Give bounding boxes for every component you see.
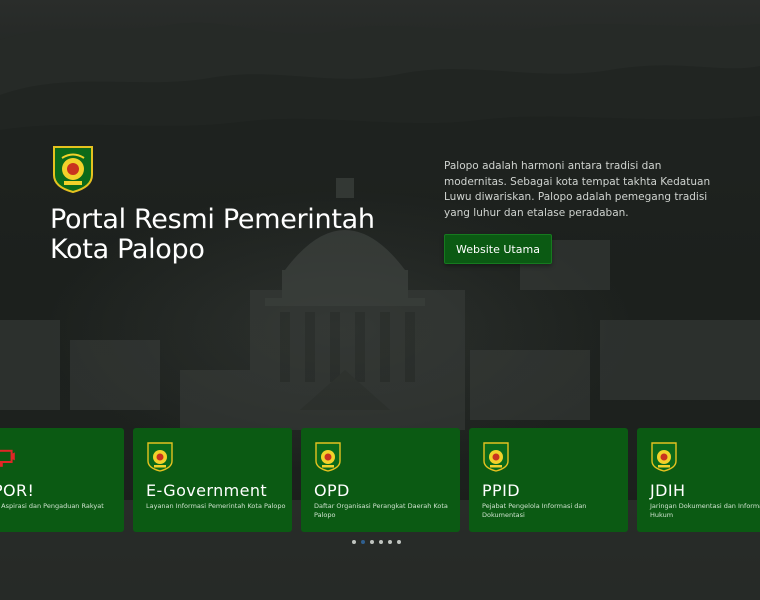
palopo-emblem-icon bbox=[315, 442, 341, 472]
service-card-title: OPD bbox=[314, 481, 350, 500]
service-card-title: E-Government bbox=[146, 481, 268, 500]
palopo-emblem-logo bbox=[53, 146, 93, 193]
carousel-dot[interactable] bbox=[352, 540, 356, 544]
service-card-description: Jaringan Dokumentasi dan Informasi Hukum bbox=[650, 502, 760, 519]
megaphone-icon bbox=[0, 449, 15, 467]
page-title-line1: Portal Resmi Pemerintah bbox=[50, 204, 375, 235]
service-card-title: POR! bbox=[0, 481, 35, 500]
service-card-lapor[interactable]: POR! n Aspirasi dan Pengaduan Rakyat bbox=[0, 428, 124, 532]
page-title-line2: Kota Palopo bbox=[50, 234, 205, 265]
service-card-description: Layanan Informasi Pemerintah Kota Palopo bbox=[146, 502, 286, 510]
service-card-description: Pejabat Pengelola Informasi dan Dokument… bbox=[482, 502, 587, 519]
carousel-dot[interactable] bbox=[397, 540, 401, 544]
service-card-title: PPID bbox=[482, 481, 520, 500]
carousel-dot-active[interactable] bbox=[361, 540, 365, 544]
service-card-opd[interactable]: OPD Daftar Organisasi Perangkat Daerah K… bbox=[301, 428, 460, 532]
carousel-dot[interactable] bbox=[388, 540, 392, 544]
carousel-dot[interactable] bbox=[370, 540, 374, 544]
carousel-pagination bbox=[352, 540, 401, 544]
palopo-emblem-icon bbox=[483, 442, 509, 472]
hero-intro-text: Palopo adalah harmoni antara tradisi dan… bbox=[444, 160, 711, 219]
palopo-emblem-icon bbox=[147, 442, 173, 472]
service-card-egovernment[interactable]: E-Government Layanan Informasi Pemerinta… bbox=[133, 428, 292, 532]
service-card-description: Daftar Organisasi Perangkat Daerah Kota … bbox=[314, 502, 448, 519]
mountain-silhouette bbox=[0, 22, 760, 180]
service-card-jdih[interactable]: JDIH Jaringan Dokumentasi dan Informasi … bbox=[637, 428, 760, 532]
page-title: Portal Resmi Pemerintah Kota Palopo bbox=[50, 205, 430, 265]
carousel-dot[interactable] bbox=[379, 540, 383, 544]
main-website-button[interactable]: Website Utama bbox=[444, 234, 552, 264]
palopo-emblem-icon bbox=[651, 442, 677, 472]
service-card-description: n Aspirasi dan Pengaduan Rakyat bbox=[0, 502, 104, 510]
service-card-ppid[interactable]: PPID Pejabat Pengelola Informasi dan Dok… bbox=[469, 428, 628, 532]
service-card-title: JDIH bbox=[650, 481, 686, 500]
